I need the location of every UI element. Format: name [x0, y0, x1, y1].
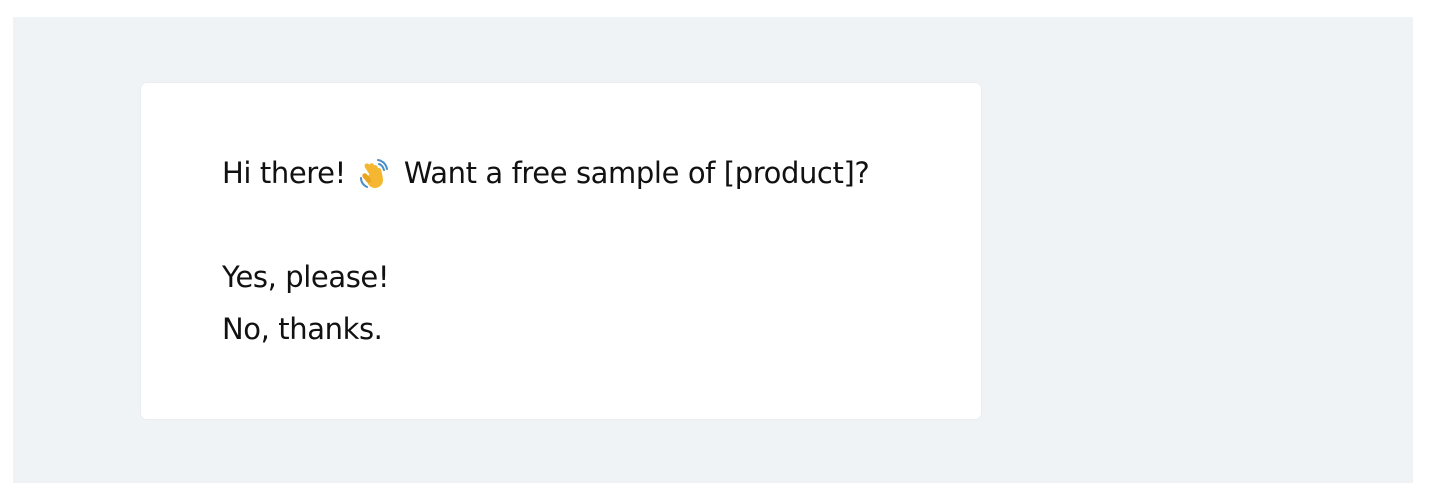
question-text: Want a free sample of [product]? — [403, 156, 870, 190]
canvas-background: Hi there! Want a free sample of [product… — [13, 17, 1413, 483]
reply-options: Yes, please! No, thanks. — [222, 257, 941, 349]
option-yes[interactable]: Yes, please! — [222, 257, 941, 297]
waving-hand-icon — [358, 157, 392, 191]
greeting-line: Hi there! Want a free sample of [product… — [222, 153, 941, 193]
greeting-text: Hi there! — [222, 156, 346, 190]
message-card: Hi there! Want a free sample of [product… — [141, 83, 981, 419]
message-content: Hi there! Want a free sample of [product… — [222, 153, 941, 361]
option-no[interactable]: No, thanks. — [222, 309, 941, 349]
